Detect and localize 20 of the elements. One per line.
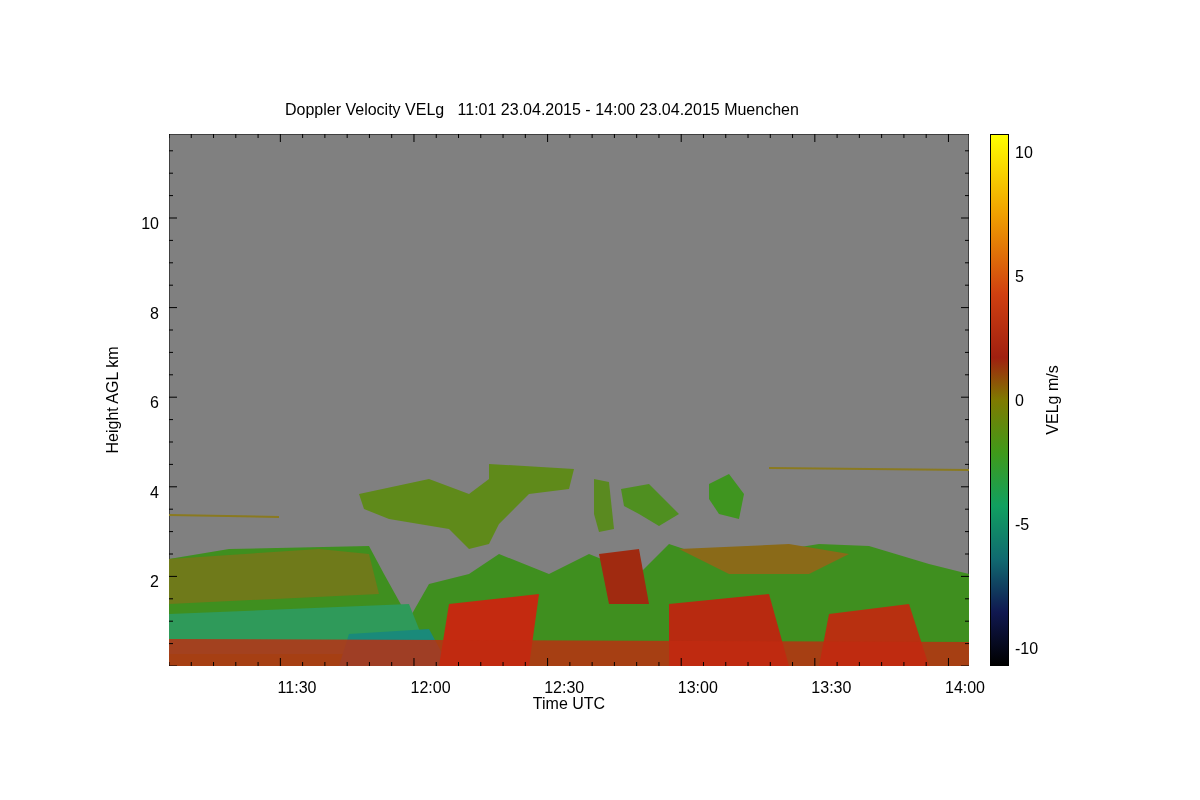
y-tick-label: 4 — [150, 484, 159, 501]
y-tick-label: 8 — [150, 305, 159, 322]
colorbar-tick-label: -5 — [1015, 517, 1030, 533]
x-tick-label: 12:00 — [410, 680, 451, 696]
colorbar-label: VELg m/s — [1045, 365, 1061, 435]
chart-title: Doppler Velocity VELg 11:01 23.04.2015 - 14:00 23.04.2015 Muenchen — [285, 101, 799, 118]
y-tick-label: 2 — [150, 574, 159, 591]
x-tick-label: 14:00 — [945, 680, 985, 696]
colorbar-tick-label: -10 — [1015, 641, 1039, 657]
y-tick-label: 6 — [150, 395, 159, 412]
x-tick-label: 13:00 — [677, 680, 718, 696]
colorbar-tick-label: 10 — [1015, 145, 1033, 161]
x-axis-label: Time UTC — [532, 696, 606, 712]
colorbar-tick-label: 0 — [1015, 393, 1024, 409]
x-tick-label: 11:30 — [277, 680, 317, 696]
colorbar-tick-label: 5 — [1015, 269, 1024, 285]
y-axis-label: Height AGL km — [104, 346, 120, 454]
y-tick-label: 10 — [141, 216, 159, 232]
x-tick-label: 13:30 — [811, 680, 852, 696]
x-tick-label: 12:30 — [544, 680, 585, 696]
